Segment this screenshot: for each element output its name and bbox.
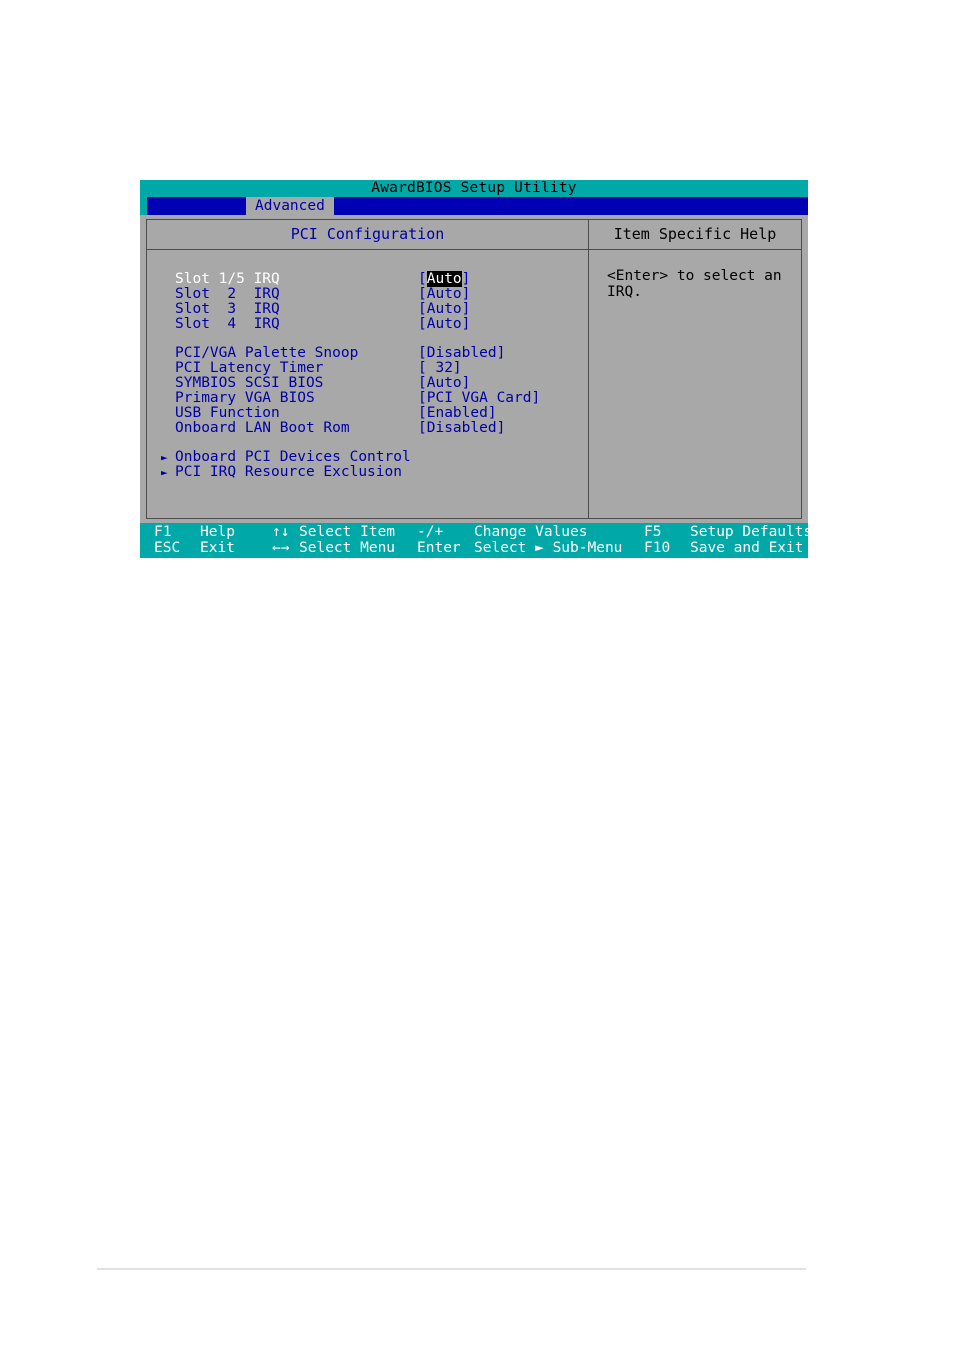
setting-value[interactable]: [Auto]	[418, 317, 470, 332]
value-highlight: Auto	[426, 271, 462, 287]
setting-row-slot-2-irq[interactable]: Slot 2 IRQ [Auto]	[175, 287, 588, 302]
setting-value[interactable]: [Disabled]	[418, 421, 505, 436]
setting-row-pci-latency-timer[interactable]: PCI Latency Timer [ 32]	[175, 361, 588, 376]
key-legend-grid: F1 Help ↑↓ Select Item -/+ Change Values…	[154, 524, 812, 557]
setting-row-usb-function[interactable]: USB Function [Enabled]	[175, 406, 588, 421]
value-bracket-open: [	[418, 271, 427, 287]
setting-row-slot-4-irq[interactable]: Slot 4 IRQ [Auto]	[175, 317, 588, 332]
value-text: Auto	[426, 316, 462, 332]
setting-label: Slot 4 IRQ	[175, 316, 280, 332]
help-text-line-1: <Enter> to select an	[607, 268, 782, 284]
setting-value[interactable]: [ 32]	[418, 361, 462, 376]
value-bracket-close: ]	[461, 271, 471, 287]
legend-desc-select-item: Select Item	[299, 524, 396, 540]
value-text: Auto	[426, 286, 462, 302]
setting-row-symbios-scsi-bios[interactable]: SYMBIOS SCSI BIOS [Auto]	[175, 376, 588, 391]
value-text: Auto	[426, 301, 462, 317]
setting-label: Primary VGA BIOS	[175, 390, 315, 406]
leftright-arrows-icon: ←→	[272, 540, 290, 556]
key-legend-bar: F1 Help ↑↓ Select Item -/+ Change Values…	[140, 523, 812, 558]
setting-value[interactable]: [Enabled]	[418, 406, 497, 421]
setting-row-slot-3-irq[interactable]: Slot 3 IRQ [Auto]	[175, 302, 588, 317]
value-bracket-open: [	[418, 316, 427, 332]
setting-value[interactable]: [Auto]	[418, 302, 470, 317]
setting-label: USB Function	[175, 405, 280, 421]
menu-bar: Advanced	[140, 197, 808, 215]
legend-desc-select-menu: Select Menu	[299, 540, 396, 556]
submenu-pci-irq-resource-exclusion[interactable]: ► PCI IRQ Resource Exclusion	[161, 464, 588, 480]
page-footer-rule	[97, 1268, 806, 1270]
setting-row-slot-1-5-irq[interactable]: Slot 1/5 IRQ [Auto]	[175, 271, 588, 287]
setting-label: Onboard LAN Boot Rom	[175, 420, 350, 436]
updown-arrows-icon: ↑↓	[272, 524, 290, 540]
legend-key-f10: F10	[644, 540, 671, 556]
setting-label: Slot 2 IRQ	[175, 286, 280, 302]
value-bracket-close: ]	[461, 316, 471, 332]
setting-value[interactable]: [Auto]	[418, 287, 470, 302]
setting-value[interactable]: [PCI VGA Card]	[418, 391, 540, 406]
submenu-onboard-pci-devices-control[interactable]: ► Onboard PCI Devices Control	[161, 449, 588, 465]
submenu-arrow-icon: ►	[161, 451, 168, 464]
item-specific-help-panel: <Enter> to select an IRQ.	[589, 250, 801, 518]
setting-value[interactable]: [Auto]	[418, 376, 470, 391]
value-bracket-close: ]	[461, 301, 471, 317]
legend-desc-select-submenu: Select ► Sub-Menu	[474, 540, 623, 556]
legend-key-enter: Enter	[417, 540, 461, 556]
key-legend-row-1: F1 Help ↑↓ Select Item -/+ Change Values…	[154, 524, 812, 540]
setting-row-onboard-lan-boot-rom[interactable]: Onboard LAN Boot Rom [Disabled]	[175, 421, 588, 436]
setting-label: SYMBIOS SCSI BIOS	[175, 375, 324, 391]
submenu-arrow-icon: ►	[161, 466, 168, 479]
tab-advanced[interactable]: Advanced	[246, 197, 334, 215]
legend-key-f1: F1	[154, 524, 172, 540]
legend-desc-help: Help	[200, 524, 235, 540]
legend-desc-change-values: Change Values	[474, 524, 588, 540]
legend-desc-exit: Exit	[200, 540, 235, 556]
legend-key-esc: ESC	[154, 540, 181, 556]
setting-label: Slot 1/5 IRQ	[175, 271, 280, 287]
value-bracket-open: [	[418, 286, 427, 302]
help-text-line-2: IRQ.	[607, 284, 642, 300]
setting-label: Slot 3 IRQ	[175, 301, 280, 317]
setting-value[interactable]: [Disabled]	[418, 346, 505, 361]
submenu-label: Onboard PCI Devices Control	[175, 449, 411, 465]
value-bracket-open: [	[418, 301, 427, 317]
setting-row-pci-vga-palette-snoop[interactable]: PCI/VGA Palette Snoop [Disabled]	[175, 346, 588, 361]
help-panel-title: Item Specific Help	[613, 225, 777, 243]
legend-key-minus-plus: -/+	[417, 524, 444, 540]
bios-setup-window: AwardBIOS Setup Utility Advanced PCI Con…	[140, 180, 812, 558]
settings-list: Slot 1/5 IRQ [Auto] Slot 2 IRQ [Auto] Sl…	[147, 250, 588, 518]
app-title: AwardBIOS Setup Utility	[371, 180, 577, 196]
legend-key-f5: F5	[644, 524, 662, 540]
setting-row-primary-vga-bios[interactable]: Primary VGA BIOS [PCI VGA Card]	[175, 391, 588, 406]
panels-frame: PCI Configuration Item Specific Help Slo…	[146, 219, 802, 519]
legend-desc-save-and-exit: Save and Exit	[690, 540, 804, 556]
key-legend-row-2: ESC Exit ←→ Select Menu Enter Select ► S…	[154, 540, 804, 556]
legend-desc-setup-defaults: Setup Defaults	[690, 524, 813, 540]
submenu-label: PCI IRQ Resource Exclusion	[175, 464, 402, 480]
page-title: PCI Configuration	[290, 225, 445, 243]
setting-label: PCI Latency Timer	[175, 360, 324, 376]
setting-value[interactable]: [Auto]	[418, 271, 471, 287]
panel-headers: PCI Configuration Item Specific Help	[147, 220, 801, 250]
menu-bar-left-cap	[140, 197, 147, 215]
title-bar: AwardBIOS Setup Utility	[140, 180, 808, 197]
body-region: PCI Configuration Item Specific Help Slo…	[140, 215, 808, 523]
value-bracket-close: ]	[461, 286, 471, 302]
setting-label: PCI/VGA Palette Snoop	[175, 345, 359, 361]
